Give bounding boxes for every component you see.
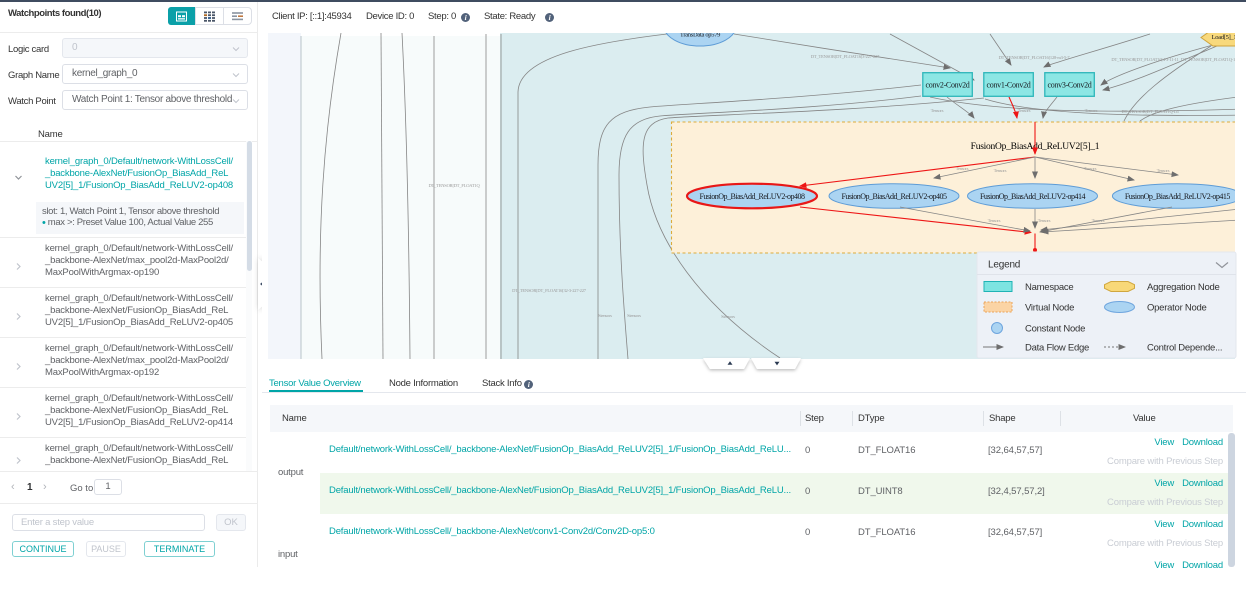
svg-text:Tensors: Tensors — [1018, 108, 1031, 113]
svg-text:Operator Node: Operator Node — [1147, 303, 1207, 314]
svg-text:conv2-Conv2d: conv2-Conv2d — [926, 81, 970, 90]
svg-text:conv1-Conv2d: conv1-Conv2d — [987, 81, 1031, 90]
svg-text:DT_TENSOR[DT_FLOAT1Q-142: DT_TENSOR[DT_FLOAT1Q-142 — [1181, 57, 1239, 62]
svg-text:Tensors: Tensors — [931, 108, 944, 113]
svg-text:Constant Node: Constant Node — [1025, 324, 1085, 335]
svg-text:Tensors: Tensors — [1038, 218, 1051, 223]
svg-text:FusionOp_BiasAdd_ReLUV2-op414: FusionOp_BiasAdd_ReLUV2-op414 — [980, 192, 1086, 201]
svg-text:Stensors: Stensors — [627, 313, 641, 318]
svg-text:DT_TENSOR[DT_FLOAT16[128-m3-5-: DT_TENSOR[DT_FLOAT16[128-m3-5-7 — [999, 55, 1071, 60]
svg-text:Stensors: Stensors — [721, 314, 735, 319]
svg-text:DT_TENSOR[DT_FLOAT1Q: DT_TENSOR[DT_FLOAT1Q — [429, 183, 481, 188]
svg-text:Data Flow Edge: Data Flow Edge — [1025, 343, 1089, 354]
svg-text:Stensors: Stensors — [598, 313, 612, 318]
svg-text:Aggregation Node: Aggregation Node — [1147, 282, 1220, 293]
svg-text:DT_TENSOR[DT_FLOAT16[32-3-227-: DT_TENSOR[DT_FLOAT16[32-3-227-227 — [512, 288, 587, 293]
svg-text:Tensors: Tensors — [1157, 168, 1170, 173]
svg-text:Control Depende...: Control Depende... — [1147, 343, 1222, 354]
svg-text:Tensors: Tensors — [994, 168, 1007, 173]
svg-text:FusionOp_BiasAdd_ReLUV2-op408: FusionOp_BiasAdd_ReLUV2-op408 — [699, 192, 805, 201]
svg-text:Namespace: Namespace — [1025, 282, 1073, 293]
svg-text:DT_TENSOR[DT_FLOAT1Q-L6: DT_TENSOR[DT_FLOAT1Q-L6 — [1122, 109, 1180, 114]
svg-text:FusionOp_BiasAdd_ReLUV2-op415: FusionOp_BiasAdd_ReLUV2-op415 — [1125, 192, 1231, 201]
svg-text:Tensors: Tensors — [956, 166, 969, 171]
svg-text:Tensors: Tensors — [988, 218, 1001, 223]
svg-text:Tensors: Tensors — [1085, 108, 1098, 113]
svg-text:conv3-Conv2d: conv3-Conv2d — [1048, 81, 1092, 90]
svg-text:Legend: Legend — [988, 260, 1020, 271]
svg-text:Tensors: Tensors — [1084, 166, 1097, 171]
svg-text:Load[5]_1: Load[5]_1 — [1212, 34, 1237, 41]
svg-text:FusionOp_BiasAdd_ReLUV2-op405: FusionOp_BiasAdd_ReLUV2-op405 — [841, 192, 947, 201]
svg-text:Tensors: Tensors — [1092, 218, 1105, 223]
svg-text:DT_TENSOR[DT_FLOAT16[3-227-227: DT_TENSOR[DT_FLOAT16[3-227-227 — [811, 54, 880, 59]
svg-text:DT_TENSOR[DT_FLOAT16[4-3-11-11: DT_TENSOR[DT_FLOAT16[4-3-11-11 — [1111, 57, 1178, 62]
svg-text:Virtual Node: Virtual Node — [1025, 303, 1074, 314]
